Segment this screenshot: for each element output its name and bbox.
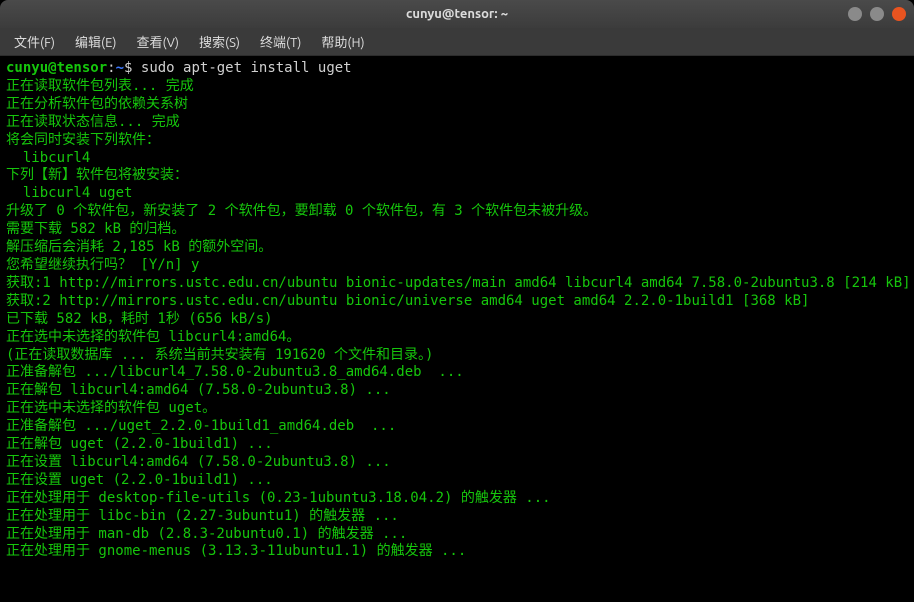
output-line: 获取:2 http://mirrors.ustc.edu.cn/ubuntu b…	[6, 293, 908, 311]
output-line: 正在处理用于 man-db (2.8.3-2ubuntu0.1) 的触发器 ..…	[6, 526, 908, 544]
output-line: 正在处理用于 desktop-file-utils (0.23-1ubuntu3…	[6, 490, 908, 508]
output-line: 正在选中未选择的软件包 uget。	[6, 400, 908, 418]
output-line: 获取:1 http://mirrors.ustc.edu.cn/ubuntu b…	[6, 275, 908, 293]
menu-view[interactable]: 查看(V)	[129, 30, 187, 53]
window-controls	[848, 7, 906, 21]
output-line: libcurl4	[6, 150, 908, 168]
prompt-dollar: $	[124, 60, 141, 76]
prompt-line: cunyu@tensor:~$ sudo apt-get install uge…	[6, 60, 908, 78]
terminal-output: 正在读取软件包列表... 完成正在分析软件包的依赖关系树 正在读取状态信息...…	[6, 78, 908, 561]
minimize-icon[interactable]	[848, 7, 862, 21]
maximize-icon[interactable]	[870, 7, 884, 21]
output-line: 正在处理用于 gnome-menus (3.13.3-11ubuntu1.1) …	[6, 543, 908, 561]
terminal-area[interactable]: cunyu@tensor:~$ sudo apt-get install uge…	[0, 56, 914, 602]
output-line: libcurl4 uget	[6, 185, 908, 203]
menu-help[interactable]: 帮助(H)	[313, 30, 372, 53]
titlebar: cunyu@tensor: ~	[0, 0, 914, 28]
output-line: 正在解包 libcurl4:amd64 (7.58.0-2ubuntu3.8) …	[6, 382, 908, 400]
output-line: 正在读取状态信息... 完成	[6, 114, 908, 132]
output-line: 将会同时安装下列软件：	[6, 132, 908, 150]
prompt-sep: :	[107, 60, 115, 76]
menu-terminal[interactable]: 终端(T)	[252, 30, 309, 53]
output-line: 正在解包 uget (2.2.0-1build1) ...	[6, 436, 908, 454]
output-line: (正在读取数据库 ... 系统当前共安装有 191620 个文件和目录。)	[6, 347, 908, 365]
output-line: 正在选中未选择的软件包 libcurl4:amd64。	[6, 329, 908, 347]
output-line: 已下载 582 kB，耗时 1秒 (656 kB/s)	[6, 311, 908, 329]
output-line: 您希望继续执行吗？ [Y/n] y	[6, 257, 908, 275]
output-line: 正在读取软件包列表... 完成	[6, 78, 908, 96]
menu-edit[interactable]: 编辑(E)	[67, 30, 124, 53]
output-line: 正在设置 libcurl4:amd64 (7.58.0-2ubuntu3.8) …	[6, 454, 908, 472]
window-title: cunyu@tensor: ~	[406, 7, 508, 21]
menu-search[interactable]: 搜索(S)	[191, 30, 248, 53]
output-line: 升级了 0 个软件包，新安装了 2 个软件包，要卸载 0 个软件包，有 3 个软…	[6, 203, 908, 221]
output-line: 正在处理用于 libc-bin (2.27-3ubuntu1) 的触发器 ...	[6, 508, 908, 526]
output-line: 下列【新】软件包将被安装：	[6, 167, 908, 185]
output-line: 正准备解包 .../uget_2.2.0-1build1_amd64.deb .…	[6, 418, 908, 436]
output-line: 解压缩后会消耗 2,185 kB 的额外空间。	[6, 239, 908, 257]
output-line: 正准备解包 .../libcurl4_7.58.0-2ubuntu3.8_amd…	[6, 364, 908, 382]
close-icon[interactable]	[892, 7, 906, 21]
prompt-path: ~	[116, 60, 124, 76]
output-line: 正在分析软件包的依赖关系树	[6, 96, 908, 114]
output-line: 需要下载 582 kB 的归档。	[6, 221, 908, 239]
prompt-userhost: cunyu@tensor	[6, 60, 107, 76]
menu-file[interactable]: 文件(F)	[6, 30, 63, 53]
output-line: 正在设置 uget (2.2.0-1build1) ...	[6, 472, 908, 490]
command-text: sudo apt-get install uget	[141, 60, 352, 76]
menubar: 文件(F) 编辑(E) 查看(V) 搜索(S) 终端(T) 帮助(H)	[0, 28, 914, 56]
